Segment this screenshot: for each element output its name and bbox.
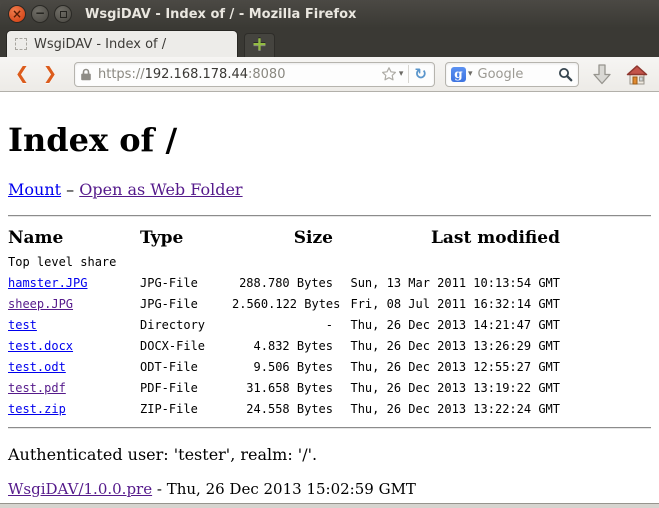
file-modified: Thu, 26 Dec 2013 13:26:29 GMT [333, 335, 560, 356]
close-icon: × [12, 8, 22, 20]
file-size: 31.658 Bytes [232, 377, 333, 398]
url-port: :8080 [248, 67, 285, 82]
file-link-test-odt[interactable]: test.odt [8, 360, 66, 374]
header-modified: Last modified [333, 225, 560, 251]
url-history-dropdown[interactable]: ▾ [399, 69, 404, 79]
file-link-hamster[interactable]: hamster.JPG [8, 276, 87, 290]
file-type: PDF-File [140, 377, 232, 398]
file-size: 288.780 Bytes [232, 272, 333, 293]
google-letter: g [454, 68, 462, 80]
file-type: JPG-File [140, 293, 232, 314]
table-row: test.pdf PDF-File 31.658 Bytes Thu, 26 D… [8, 377, 560, 398]
back-button[interactable]: ❮ [8, 64, 36, 84]
lock-icon [80, 68, 92, 81]
mount-link[interactable]: Mount [8, 180, 61, 199]
table-row: test.odt ODT-File 9.506 Bytes Thu, 26 De… [8, 356, 560, 377]
titlebar: × − WsgiDAV - Index of / - Mozilla Firef… [0, 0, 659, 28]
url-scheme: https:// [98, 67, 145, 82]
download-arrow-icon [592, 64, 612, 85]
file-modified: Thu, 26 Dec 2013 12:55:27 GMT [333, 356, 560, 377]
url-bar[interactable]: https://192.168.178.44:8080 ▾ ↻ [74, 62, 435, 87]
table-row: test.docx DOCX-File 4.832 Bytes Thu, 26 … [8, 335, 560, 356]
forward-button[interactable]: ❯ [36, 64, 64, 84]
minimize-icon: − [35, 7, 45, 19]
file-modified: Thu, 26 Dec 2013 13:19:22 GMT [333, 377, 560, 398]
file-size: 4.832 Bytes [232, 335, 333, 356]
file-link-test-zip[interactable]: test.zip [8, 402, 66, 416]
page-title: Index of / [8, 121, 651, 159]
page-footer: WsgiDAV/1.0.0.pre - Thu, 26 Dec 2013 15:… [8, 480, 651, 498]
table-row: test Directory - Thu, 26 Dec 2013 14:21:… [8, 314, 560, 335]
reload-icon: ↻ [414, 65, 427, 83]
home-button[interactable] [625, 64, 649, 85]
share-label-row: Top level share [8, 251, 560, 272]
tab-label: WsgiDAV - Index of / [34, 37, 166, 52]
file-link-test-docx[interactable]: test.docx [8, 339, 73, 353]
back-icon: ❮ [15, 64, 29, 84]
file-modified: Thu, 26 Dec 2013 13:22:24 GMT [333, 398, 560, 419]
tab-favicon-icon [15, 38, 27, 50]
window-bottom-frame [0, 503, 659, 508]
footer-timestamp: - Thu, 26 Dec 2013 15:02:59 GMT [152, 480, 416, 498]
file-size: 24.558 Bytes [232, 398, 333, 419]
urlbar-separator [408, 65, 409, 83]
home-icon [625, 64, 649, 85]
search-engine-dropdown[interactable]: ▾ [468, 69, 473, 79]
nav-dash: – [66, 180, 74, 199]
table-row: hamster.JPG JPG-File 288.780 Bytes Sun, … [8, 272, 560, 293]
file-size: - [232, 314, 333, 335]
navigation-toolbar: ❮ ❯ https://192.168.178.44:8080 ▾ ↻ g ▾ [0, 57, 659, 92]
window-maximize-button[interactable] [54, 5, 72, 23]
window-close-button[interactable]: × [8, 5, 26, 23]
divider-top [8, 215, 651, 217]
file-type: DOCX-File [140, 335, 232, 356]
downloads-button[interactable] [592, 64, 612, 85]
file-size: 9.506 Bytes [232, 356, 333, 377]
file-modified: Thu, 26 Dec 2013 14:21:47 GMT [333, 314, 560, 335]
file-type: Directory [140, 314, 232, 335]
share-label: Top level share [8, 251, 560, 272]
new-tab-button[interactable]: + [244, 33, 275, 57]
tab-bar: WsgiDAV - Index of / + [0, 28, 659, 57]
file-type: JPG-File [140, 272, 232, 293]
maximize-icon [60, 11, 67, 18]
page-nav-links: Mount – Open as Web Folder [8, 180, 651, 199]
firefox-window: × − WsgiDAV - Index of / - Mozilla Firef… [0, 0, 659, 508]
file-modified: Sun, 13 Mar 2011 10:13:54 GMT [333, 272, 560, 293]
file-type: ZIP-File [140, 398, 232, 419]
search-bar[interactable]: g ▾ [445, 62, 579, 87]
wsgidav-version-link[interactable]: WsgiDAV/1.0.0.pre [8, 480, 152, 498]
file-type: ODT-File [140, 356, 232, 377]
file-modified: Fri, 08 Jul 2011 16:32:14 GMT [333, 293, 560, 314]
table-row: sheep.JPG JPG-File 2.560.122 Bytes Fri, … [8, 293, 560, 314]
url-input[interactable]: https://192.168.178.44:8080 [98, 67, 381, 82]
search-input[interactable] [478, 67, 558, 82]
google-engine-icon[interactable]: g [451, 67, 466, 82]
window-minimize-button[interactable]: − [31, 5, 49, 23]
page-content: Index of / Mount – Open as Web Folder Na… [0, 92, 659, 503]
tab-wsgidav[interactable]: WsgiDAV - Index of / [6, 30, 238, 57]
bookmark-star-icon[interactable] [381, 66, 397, 82]
file-size: 2.560.122 Bytes [232, 293, 333, 314]
header-name: Name [8, 225, 140, 251]
file-link-sheep[interactable]: sheep.JPG [8, 297, 73, 311]
header-size: Size [232, 225, 333, 251]
table-header-row: Name Type Size Last modified [8, 225, 560, 251]
search-magnifier-icon[interactable] [558, 67, 573, 82]
url-host: 192.168.178.44 [145, 67, 248, 82]
table-row: test.zip ZIP-File 24.558 Bytes Thu, 26 D… [8, 398, 560, 419]
window-title: WsgiDAV - Index of / - Mozilla Firefox [85, 7, 356, 22]
auth-status-text: Authenticated user: 'tester', realm: '/'… [8, 445, 651, 464]
forward-icon: ❯ [43, 64, 57, 84]
file-link-test-pdf[interactable]: test.pdf [8, 381, 66, 395]
divider-bottom [8, 427, 651, 429]
file-table: Name Type Size Last modified Top level s… [8, 225, 560, 419]
plus-icon: + [252, 35, 268, 54]
header-type: Type [140, 225, 232, 251]
open-web-folder-link[interactable]: Open as Web Folder [79, 180, 242, 199]
file-link-test-dir[interactable]: test [8, 318, 37, 332]
reload-button[interactable]: ↻ [414, 67, 427, 82]
